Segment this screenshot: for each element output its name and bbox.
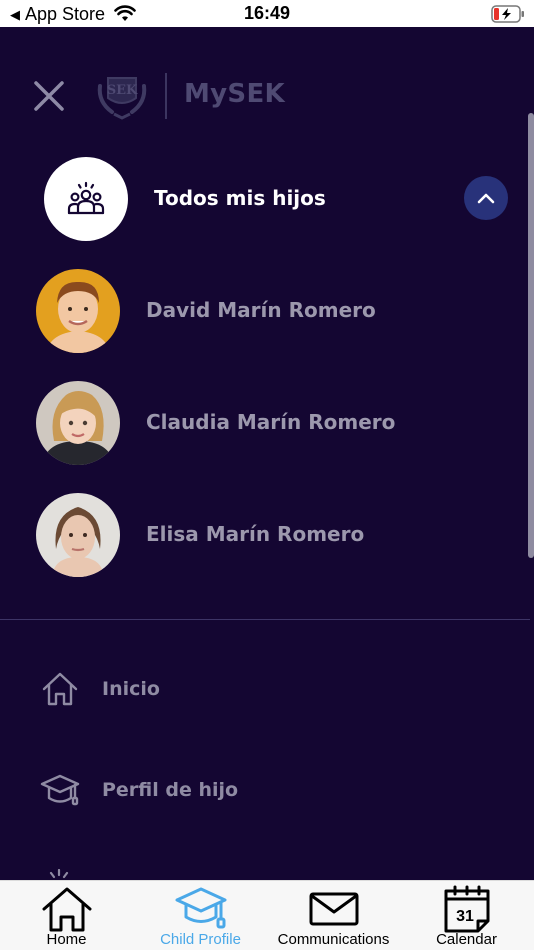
svg-text:31: 31 — [456, 908, 474, 925]
tab-label: Communications — [277, 931, 390, 948]
tab-label: Home — [46, 931, 87, 948]
tab-child-profile[interactable]: Child Profile — [134, 881, 267, 950]
graduation-cap-icon — [40, 774, 80, 806]
status-bar: ◀ App Store 16:49 — [0, 0, 534, 27]
avatar — [36, 269, 120, 353]
child-item[interactable]: Elisa Marín Romero — [36, 493, 516, 577]
close-icon[interactable] — [32, 79, 66, 113]
child-name: Claudia Marín Romero — [146, 410, 396, 434]
all-children-label: Todos mis hijos — [154, 186, 326, 210]
home-icon — [42, 887, 91, 932]
divider — [0, 619, 530, 620]
menu-item-perfil-de-hijo[interactable]: Perfil de hijo — [40, 770, 480, 820]
graduation-cap-icon — [175, 887, 226, 929]
all-children-selector[interactable]: Todos mis hijos — [44, 157, 514, 241]
avatar — [36, 493, 120, 577]
brand-title: MySEK — [184, 79, 285, 109]
envelope-icon — [309, 892, 358, 926]
tab-home[interactable]: Home — [0, 881, 133, 950]
tab-calendar[interactable]: 31 Calendar — [400, 881, 533, 950]
logo-divider — [165, 73, 167, 119]
group-avatar — [44, 157, 128, 241]
group-people-icon — [67, 181, 105, 215]
child-item[interactable]: Claudia Marín Romero — [36, 381, 516, 465]
calendar-icon: 31 — [444, 885, 489, 933]
tab-communications[interactable]: Communications — [267, 881, 400, 950]
tab-bar: Home Child Profile Communications 31 Cal… — [0, 880, 534, 950]
tab-label: Child Profile — [160, 931, 241, 948]
avatar — [36, 381, 120, 465]
child-item[interactable]: David Marín Romero — [36, 269, 516, 353]
svg-text:SEK: SEK — [107, 83, 138, 98]
chevron-up-icon — [477, 193, 495, 204]
home-icon — [42, 672, 78, 706]
partial-menu-icon — [49, 869, 69, 879]
battery-charging-icon — [491, 5, 524, 23]
menu-item-inicio[interactable]: Inicio — [40, 669, 480, 719]
collapse-button[interactable] — [464, 176, 508, 220]
child-name: Elisa Marín Romero — [146, 522, 365, 546]
sek-logo-seal-icon: SEK — [97, 77, 147, 120]
menu-item-label: Perfil de hijo — [102, 779, 239, 801]
menu-item-label: Inicio — [102, 678, 160, 700]
status-time: 16:49 — [243, 3, 291, 23]
tab-label: Calendar — [436, 931, 497, 948]
navigation-drawer: SEK MySEK Todos mis hijos David Marín Ro… — [0, 27, 534, 880]
scrollbar[interactable] — [528, 113, 534, 558]
child-name: David Marín Romero — [146, 298, 376, 322]
